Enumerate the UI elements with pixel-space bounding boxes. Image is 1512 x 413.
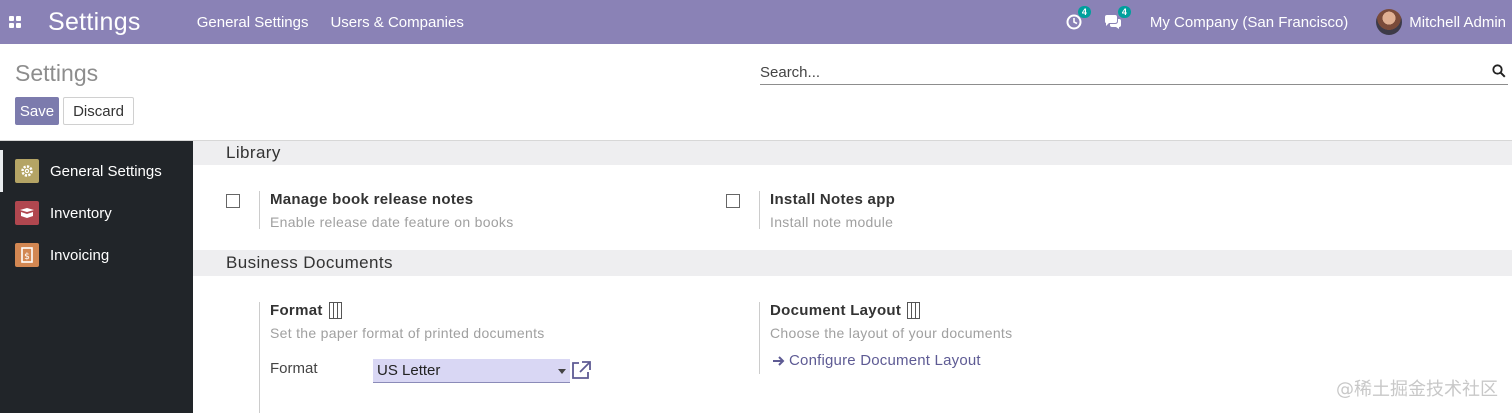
svg-text:$: $ [24,252,30,262]
sidebar-item-invoicing[interactable]: $ Invoicing [0,234,193,276]
company-switcher[interactable]: My Company (San Francisco) [1150,14,1348,31]
format-select[interactable]: US Letter [373,359,570,383]
building-icon [328,302,342,319]
control-panel: Settings Save Discard [0,44,1512,141]
notes-app-checkbox[interactable] [726,194,740,208]
document-layout-desc: Choose the layout of your documents [770,325,1013,341]
sidebar-item-inventory[interactable]: Inventory [0,192,193,234]
avatar [1376,9,1403,35]
apps-grid-icon[interactable] [0,0,30,44]
settings-content: Library Manage book release notes Enable… [193,141,1512,413]
activity-badge: 4 [1077,6,1091,18]
format-select-value: US Letter [377,362,441,379]
activity-button[interactable]: 4 [1066,6,1091,30]
chevron-down-icon [558,369,566,374]
business-documents-settings: Format Set the paper format of printed d… [193,276,1512,413]
menu-users-companies[interactable]: Users & Companies [330,14,463,31]
configure-link-label: Configure Document Layout [789,352,981,369]
sidebar-item-label: General Settings [50,162,162,180]
notes-app-label: Install Notes app [770,191,896,208]
gear-icon [15,159,39,183]
building-icon [907,302,921,319]
messages-badge: 4 [1117,6,1131,18]
format-setting: Format Set the paper format of printed d… [259,302,639,413]
menu-general-settings[interactable]: General Settings [197,14,309,31]
user-name: Mitchell Admin [1409,13,1506,31]
document-layout-label: Document Layout [770,302,902,319]
sidebar-item-general-settings[interactable]: General Settings [0,150,193,192]
user-menu[interactable]: Mitchell Admin [1376,9,1506,35]
search-icon[interactable] [1492,64,1506,78]
section-business-documents-title: Business Documents [193,250,1512,276]
section-library-title: Library [193,141,1512,165]
app-brand[interactable]: Settings [48,8,141,37]
release-notes-setting: Manage book release notes Enable release… [259,191,514,230]
arrow-right-icon [773,355,785,366]
release-notes-desc: Enable release date feature on books [270,214,514,230]
external-link-icon[interactable] [570,360,592,380]
search-bar [760,60,1508,85]
messages-button[interactable]: 4 [1104,6,1131,30]
invoice-icon: $ [15,243,39,267]
release-notes-checkbox[interactable] [226,194,240,208]
discard-button[interactable]: Discard [63,97,134,125]
page-title: Settings [15,60,99,86]
settings-sidebar: General Settings Inventory $ Invoicing [0,141,193,413]
format-desc: Set the paper format of printed document… [270,325,545,341]
save-button[interactable]: Save [15,97,59,125]
search-input[interactable] [760,63,1480,81]
library-settings: Manage book release notes Enable release… [193,165,1512,250]
configure-document-layout-link[interactable]: Configure Document Layout [772,352,981,369]
top-navbar: Settings General Settings Users & Compan… [0,0,1512,44]
box-icon [15,201,39,225]
sidebar-item-label: Invoicing [50,246,110,264]
notes-app-desc: Install note module [770,214,894,230]
format-label: Format [270,302,323,319]
release-notes-label: Manage book release notes [270,191,474,208]
notes-app-setting: Install Notes app Install note module [759,191,896,230]
watermark: @稀土掘金技术社区 [1336,379,1498,400]
format-field-label: Format [270,360,318,377]
sidebar-item-label: Inventory [50,204,112,222]
